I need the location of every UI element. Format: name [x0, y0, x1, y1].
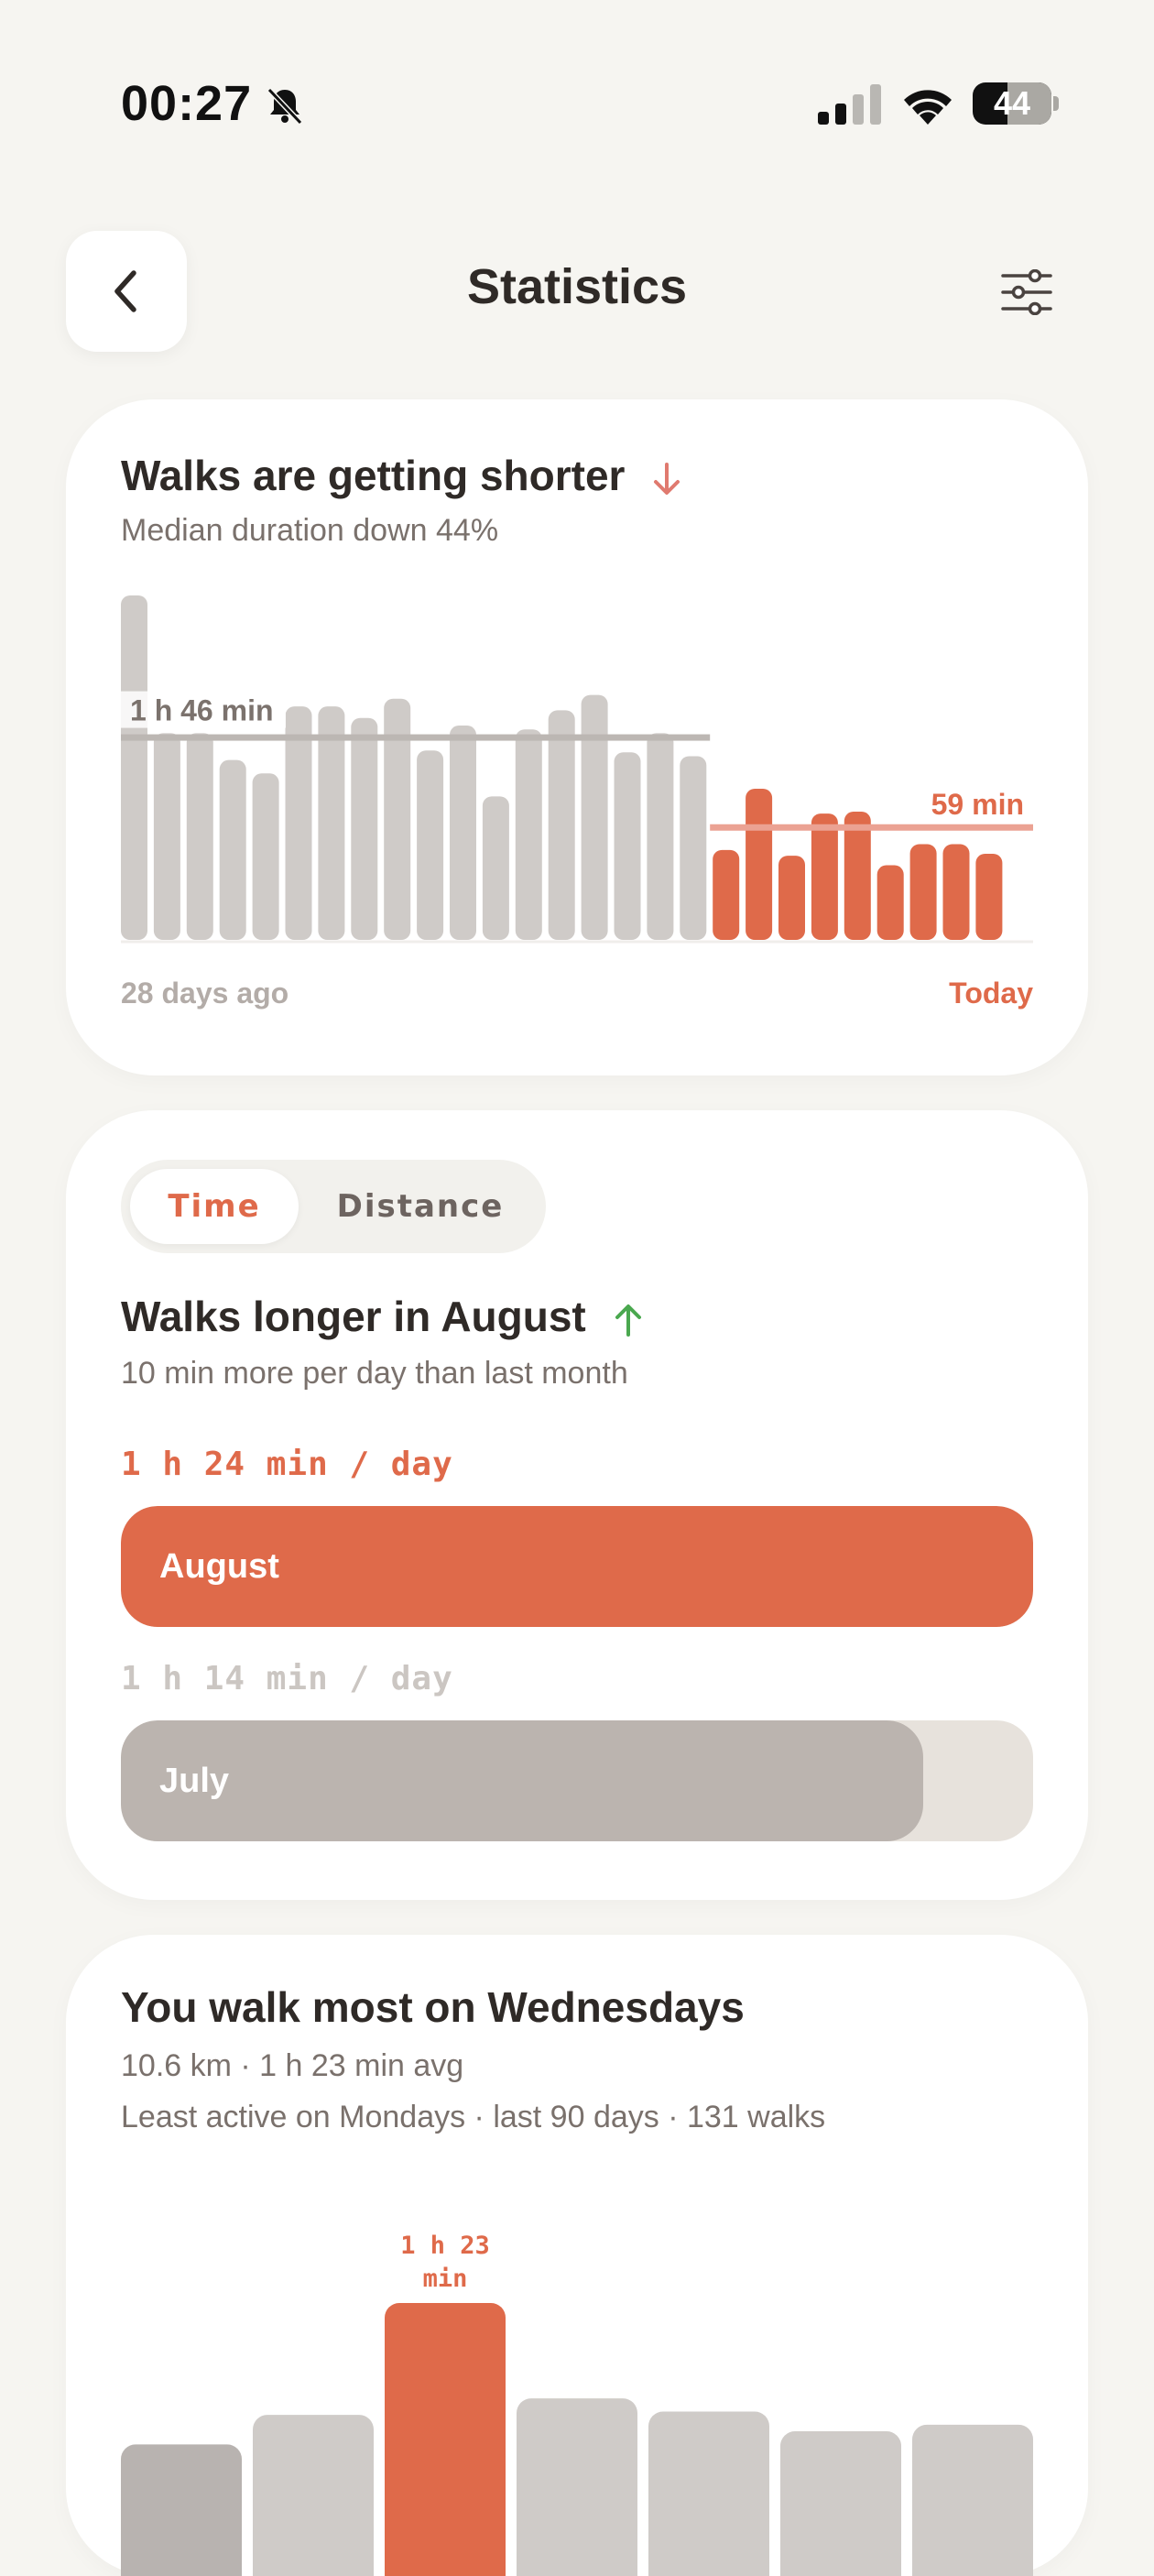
chart-start-label: 28 days ago [121, 977, 289, 1010]
recent-day-bar [713, 849, 740, 940]
comparison-subtitle: 10 min more per day than last month [121, 1356, 628, 1391]
recent-day-bar [844, 812, 871, 940]
current-month-value: 1 h 24 min / day [121, 1446, 453, 1483]
weekday-bar-today [121, 2444, 242, 2576]
earlier-day-bar [515, 729, 542, 940]
metric-segmented-control: Time Distance [121, 1160, 546, 1253]
earlier-day-bar [285, 706, 312, 940]
current-month-label: August [159, 1547, 279, 1586]
earlier-day-bar [647, 733, 674, 940]
duration-bar-chart: 1 h 46 min 59 min [121, 595, 1033, 944]
earlier-day-bar [318, 706, 345, 940]
earlier-day-bar [482, 796, 509, 940]
previous-median-line [121, 734, 711, 741]
comparison-title: Walks longer in August [121, 1293, 586, 1340]
earlier-day-bar [121, 595, 147, 940]
card-title: Walks are getting shorter [121, 451, 684, 500]
earlier-day-bar [252, 773, 279, 940]
card-title: Walks longer in August [121, 1292, 646, 1341]
weekday-bar [648, 2411, 769, 2576]
page-title: Statistics [466, 259, 688, 314]
duration-title: Walks are getting shorter [121, 452, 626, 499]
earlier-day-bar [614, 752, 641, 940]
weekday-bar [517, 2398, 637, 2576]
status-bar: 00:27 44 [0, 0, 1154, 183]
previous-month-value: 1 h 14 min / day [121, 1660, 453, 1697]
earlier-day-bar [186, 733, 213, 940]
filter-button[interactable] [996, 262, 1057, 322]
earlier-day-bar [450, 726, 476, 940]
arrow-up-icon [615, 1304, 641, 1337]
previous-month-bar: July [121, 1720, 1033, 1841]
earlier-day-bar [153, 733, 180, 940]
recent-day-bar [909, 844, 937, 940]
tab-time[interactable]: Time [130, 1169, 299, 1244]
earlier-day-bar [219, 759, 246, 940]
chart-end-label: Today [949, 977, 1033, 1010]
weekday-bar-chart [121, 2303, 1033, 2576]
month-comparison-card: Time Distance Walks longer in August 10 … [66, 1110, 1088, 1900]
status-time: 00:27 [121, 76, 253, 131]
earlier-day-bar [680, 756, 707, 940]
battery-percent: 44 [993, 84, 1031, 122]
recent-day-bar [778, 856, 805, 940]
previous-median-label: 1 h 46 min [130, 694, 274, 727]
weekday-title: You walk most on Wednesdays [121, 1983, 745, 2031]
cellular-signal-icon [818, 84, 881, 125]
tab-distance[interactable]: Distance [304, 1169, 537, 1244]
weekday-bar [253, 2415, 374, 2576]
recent-day-bar [942, 844, 970, 940]
weekday-bar-peak [385, 2303, 506, 2576]
arrow-down-icon [654, 462, 680, 495]
recent-median-line [710, 824, 1033, 831]
earlier-day-bar [548, 710, 575, 940]
earlier-day-bar [351, 717, 378, 940]
recent-day-bar [975, 854, 1003, 940]
weekday-bar [912, 2424, 1033, 2576]
recent-day-bar [746, 788, 773, 940]
weekday-subtitle-1: 10.6 km · 1 h 23 min avg [121, 2048, 464, 2083]
wifi-icon [904, 90, 952, 125]
battery-indicator: 44 [973, 82, 1059, 125]
sliders-icon [1001, 269, 1052, 315]
recent-day-bar [876, 865, 904, 940]
weekday-card: You walk most on Wednesdays 10.6 km · 1 … [66, 1935, 1088, 2576]
recent-day-bar [811, 813, 838, 940]
earlier-day-bar [417, 750, 444, 940]
current-month-bar: August [121, 1506, 1033, 1627]
previous-month-fill [121, 1720, 924, 1841]
duration-trend-card: Walks are getting shorter Median duratio… [66, 399, 1088, 1075]
bell-slash-icon [267, 87, 303, 126]
recent-median-label: 59 min [931, 788, 1024, 821]
weekday-bar [780, 2431, 901, 2576]
previous-month-label: July [159, 1762, 230, 1800]
earlier-day-bar [581, 694, 608, 940]
duration-subtitle: Median duration down 44% [121, 513, 499, 548]
weekday-subtitle-2: Least active on Mondays · last 90 days ·… [121, 2100, 826, 2134]
